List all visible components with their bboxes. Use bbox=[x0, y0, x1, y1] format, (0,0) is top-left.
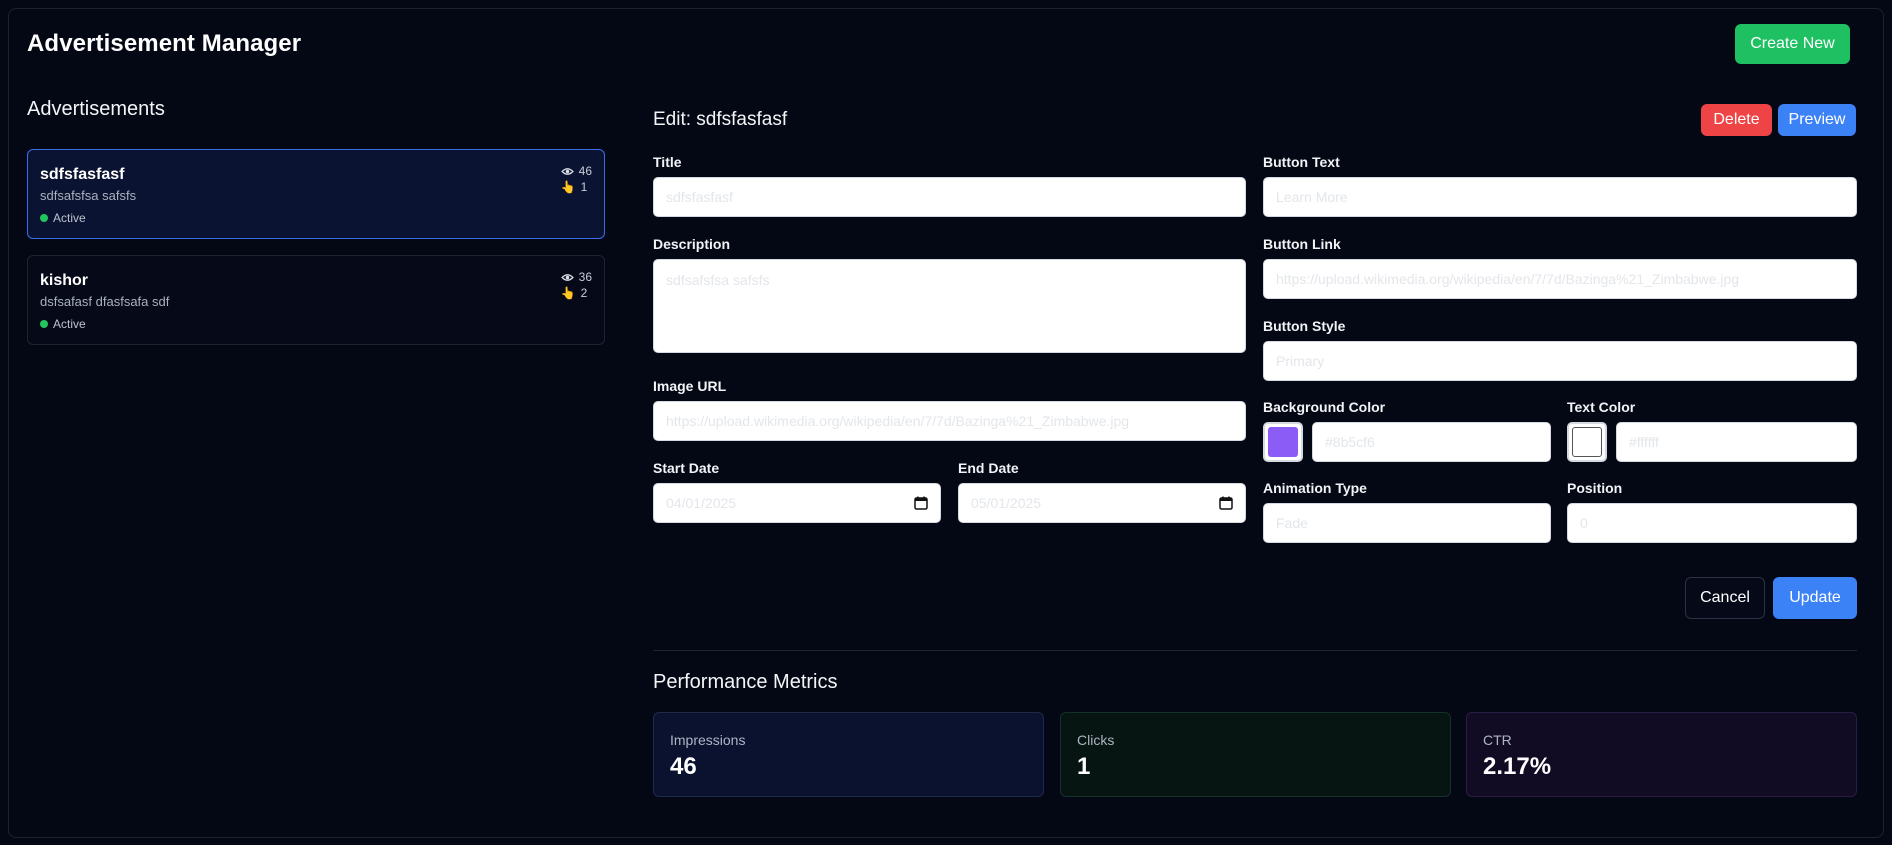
status-dot-icon bbox=[40, 320, 48, 328]
ad-stats: 46 👆 1 bbox=[561, 163, 592, 195]
cancel-button[interactable]: Cancel bbox=[1685, 577, 1765, 619]
status-dot-icon bbox=[40, 214, 48, 222]
create-new-button[interactable]: Create New bbox=[1735, 24, 1850, 64]
start-date-input[interactable]: 04/01/2025 bbox=[653, 483, 941, 523]
metric-label: Impressions bbox=[670, 732, 746, 748]
section-divider bbox=[653, 650, 1857, 651]
pointer-hand-icon: 👆 bbox=[560, 180, 576, 194]
button-link-label: Button Link bbox=[1263, 236, 1341, 252]
start-date-label: Start Date bbox=[653, 460, 720, 476]
preview-button[interactable]: Preview bbox=[1778, 104, 1856, 136]
metric-card-ctr: CTR 2.17% bbox=[1466, 712, 1857, 797]
ad-status-label: Active bbox=[53, 317, 86, 331]
end-date-input[interactable]: 05/01/2025 bbox=[958, 483, 1246, 523]
background-color-input[interactable]: #8b5cf6 bbox=[1312, 422, 1551, 462]
edit-heading: Edit: sdfsfasfasf bbox=[653, 109, 788, 130]
position-label: Position bbox=[1567, 480, 1623, 496]
ad-status-badge: Active bbox=[40, 317, 86, 331]
ad-list-item[interactable]: sdfsfasfasf sdfsafsfsa safsfs Active 46 … bbox=[27, 149, 605, 239]
ad-status-label: Active bbox=[53, 211, 86, 225]
end-date-label: End Date bbox=[958, 460, 1019, 476]
ad-list-item[interactable]: kishor dsfsafasf dfasfsafa sdf Active 36… bbox=[27, 255, 605, 345]
text-color-swatch-fill bbox=[1572, 427, 1602, 457]
animation-type-label: Animation Type bbox=[1263, 480, 1367, 496]
button-link-input[interactable]: https://upload.wikimedia.org/wikipedia/e… bbox=[1263, 259, 1857, 299]
eye-icon bbox=[560, 273, 574, 281]
ad-name: kishor bbox=[40, 272, 89, 289]
ad-name: sdfsfasfasf bbox=[40, 166, 125, 183]
advertisements-heading: Advertisements bbox=[27, 98, 165, 120]
metric-value: 2.17% bbox=[1483, 753, 1552, 780]
animation-type-select[interactable]: Fade bbox=[1263, 503, 1551, 543]
button-style-label: Button Style bbox=[1263, 318, 1346, 334]
text-color-label: Text Color bbox=[1567, 399, 1636, 415]
ad-description: dsfsafasf dfasfsafa sdf bbox=[40, 294, 170, 309]
background-color-label: Background Color bbox=[1263, 399, 1386, 415]
text-color-swatch[interactable] bbox=[1567, 422, 1607, 462]
ad-stats: 36 👆 2 bbox=[561, 269, 592, 301]
text-color-input[interactable]: #ffffff bbox=[1616, 422, 1857, 462]
calendar-icon[interactable] bbox=[1219, 496, 1233, 510]
background-color-swatch[interactable] bbox=[1263, 422, 1303, 462]
ad-clicks: 2 bbox=[580, 286, 588, 300]
button-style-select[interactable]: Primary bbox=[1263, 341, 1857, 381]
page-title: Advertisement Manager bbox=[27, 30, 302, 57]
image-url-input[interactable]: https://upload.wikimedia.org/wikipedia/e… bbox=[653, 401, 1246, 441]
metric-label: Clicks bbox=[1077, 732, 1115, 748]
description-textarea[interactable]: sdfsafsfsa safsfs bbox=[653, 259, 1246, 353]
title-input[interactable]: sdfsfasfasf bbox=[653, 177, 1246, 217]
ad-status-badge: Active bbox=[40, 211, 86, 225]
ad-clicks: 1 bbox=[580, 180, 588, 194]
calendar-icon[interactable] bbox=[914, 496, 928, 510]
metric-value: 1 bbox=[1077, 753, 1091, 780]
ad-impressions: 46 bbox=[578, 164, 592, 178]
background-color-swatch-fill bbox=[1268, 427, 1298, 457]
ad-description: sdfsafsfsa safsfs bbox=[40, 188, 137, 203]
metric-label: CTR bbox=[1483, 732, 1512, 748]
description-label: Description bbox=[653, 236, 731, 252]
delete-button[interactable]: Delete bbox=[1701, 104, 1772, 136]
button-text-input[interactable]: Learn More bbox=[1263, 177, 1857, 217]
eye-icon bbox=[560, 167, 574, 175]
update-button[interactable]: Update bbox=[1773, 577, 1857, 619]
pointer-hand-icon: 👆 bbox=[560, 286, 576, 300]
performance-metrics-heading: Performance Metrics bbox=[653, 671, 838, 693]
end-date-value: 05/01/2025 bbox=[971, 495, 1042, 511]
start-date-value: 04/01/2025 bbox=[666, 495, 737, 511]
ad-impressions: 36 bbox=[578, 270, 592, 284]
image-url-label: Image URL bbox=[653, 378, 727, 394]
title-label: Title bbox=[653, 154, 682, 170]
position-input[interactable]: 0 bbox=[1567, 503, 1857, 543]
button-text-label: Button Text bbox=[1263, 154, 1340, 170]
metric-card-clicks: Clicks 1 bbox=[1060, 712, 1451, 797]
metric-card-impressions: Impressions 46 bbox=[653, 712, 1044, 797]
metric-value: 46 bbox=[670, 753, 697, 780]
